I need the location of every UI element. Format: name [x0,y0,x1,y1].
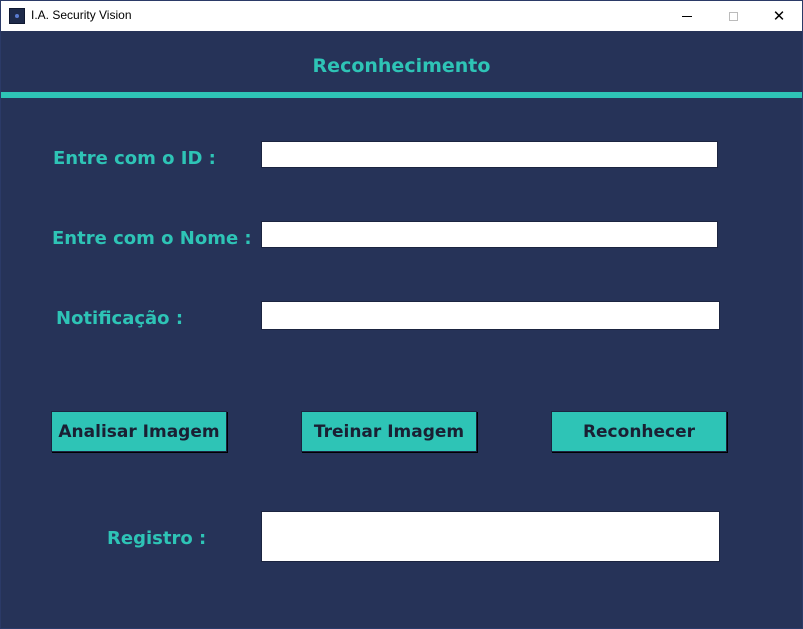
notificacao-input[interactable] [261,301,720,330]
treinar-imagem-button[interactable]: Treinar Imagem [301,411,477,452]
app-icon [9,8,25,24]
page-title: Reconhecimento [312,55,491,77]
close-icon: ✕ [772,6,786,25]
nome-label: Entre com o Nome : [52,228,252,249]
nome-input[interactable] [261,221,718,248]
reconhecer-button[interactable]: Reconhecer [551,411,727,452]
title-bar[interactable]: I.A. Security Vision ✕ [1,1,802,31]
id-label: Entre com o ID : [53,148,216,169]
registro-textarea[interactable] [261,511,720,562]
minimize-icon [682,15,692,17]
maximize-icon [728,11,738,21]
notificacao-label: Notificação : [56,308,184,329]
window-title: I.A. Security Vision [31,8,132,22]
header-divider [1,92,802,98]
app-window: I.A. Security Vision ✕ Reconhecimento En… [0,0,803,629]
registro-label: Registro : [107,528,207,549]
close-button[interactable]: ✕ [756,1,802,31]
id-input[interactable] [261,141,718,168]
maximize-button[interactable] [710,1,756,31]
minimize-button[interactable] [664,1,710,31]
analisar-imagem-button[interactable]: Analisar Imagem [51,411,227,452]
